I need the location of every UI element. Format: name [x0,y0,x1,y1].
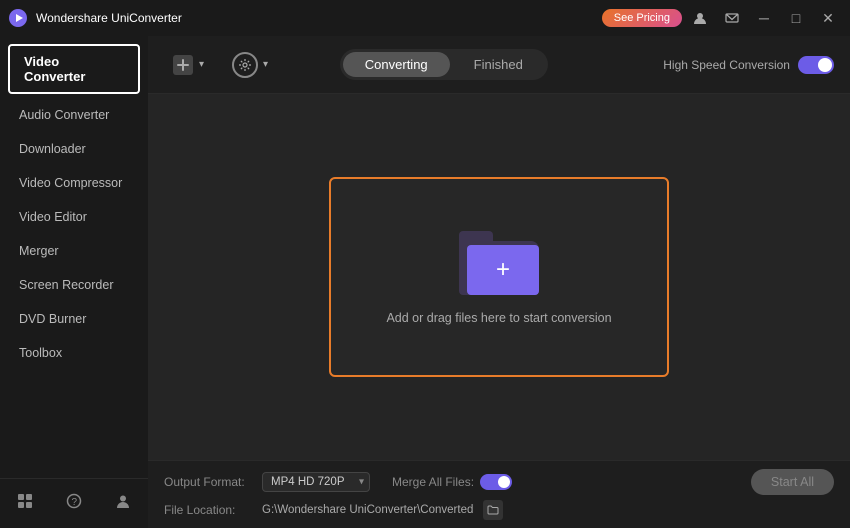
sidebar-item-downloader[interactable]: Downloader [0,132,148,166]
add-files-button[interactable]: ▾ [164,50,212,80]
titlebar-right: See Pricing ─ □ ✕ [602,7,842,29]
folder-front: + [467,245,539,295]
settings-button[interactable]: ▾ [224,48,276,82]
person-icon[interactable] [111,489,135,518]
browse-folder-button[interactable] [483,500,503,520]
app-title: Wondershare UniConverter [36,11,182,25]
high-speed-toggle[interactable] [798,56,834,74]
titlebar-left: Wondershare UniConverter [8,8,182,28]
svg-text:?: ? [71,497,77,508]
sidebar-item-merger[interactable]: Merger [0,234,148,268]
sidebar-item-toolbox[interactable]: Toolbox [0,336,148,370]
bottom-bar: Output Format: MP4 HD 720P Merge All Fil… [148,460,850,528]
content-area: ▾ ▾ Converting Finished High Speed Conve… [148,36,850,528]
folder-icon: + [459,230,539,295]
output-format-label: Output Format: [164,475,252,489]
add-files-icon [172,54,194,76]
app-logo [8,8,28,28]
folder-plus-icon: + [496,258,510,282]
sidebar-item-audio-converter[interactable]: Audio Converter [0,98,148,132]
sidebar-item-screen-recorder[interactable]: Screen Recorder [0,268,148,302]
tab-area: Converting Finished [340,49,548,80]
settings-icon [232,52,258,78]
see-pricing-button[interactable]: See Pricing [602,9,682,27]
close-icon[interactable]: ✕ [814,7,842,29]
sidebar-item-dvd-burner[interactable]: DVD Burner [0,302,148,336]
drop-zone-container: + Add or drag files here to start conver… [148,94,850,460]
browse-folder-icon [487,504,499,516]
output-format-select[interactable]: MP4 HD 720P [262,472,370,492]
merge-area: Merge All Files: [392,474,512,490]
sidebar: Video Converter Audio Converter Download… [0,36,148,528]
merge-toggle-knob [498,476,510,488]
mail-icon[interactable] [718,7,746,29]
help-icon[interactable]: ? [62,489,86,518]
location-row: File Location: G:\Wondershare UniConvert… [164,500,834,520]
user-icon[interactable] [686,7,714,29]
sidebar-item-video-editor[interactable]: Video Editor [0,200,148,234]
start-all-button[interactable]: Start All [751,469,834,495]
drop-zone-text: Add or drag files here to start conversi… [386,311,611,325]
add-files-chevron: ▾ [199,59,204,70]
file-location-label: File Location: [164,503,252,517]
sidebar-item-video-compressor[interactable]: Video Compressor [0,166,148,200]
minimize-icon[interactable]: ─ [750,7,778,29]
merge-label: Merge All Files: [392,475,474,489]
output-format-select-wrap: MP4 HD 720P [262,472,370,492]
tab-converting[interactable]: Converting [343,52,450,77]
titlebar: Wondershare UniConverter See Pricing ─ □… [0,0,850,36]
merge-toggle[interactable] [480,474,512,490]
layout-icon[interactable] [13,489,37,518]
main-layout: Video Converter Audio Converter Download… [0,36,850,528]
high-speed-area: High Speed Conversion [663,56,834,74]
maximize-icon[interactable]: □ [782,7,810,29]
sidebar-bottom: ? [0,478,148,528]
toolbar: ▾ ▾ Converting Finished High Speed Conve… [148,36,850,94]
format-row: Output Format: MP4 HD 720P Merge All Fil… [164,469,834,495]
sidebar-item-video-converter[interactable]: Video Converter [8,44,140,94]
settings-chevron: ▾ [263,59,268,70]
toggle-knob [818,58,832,72]
file-path-text: G:\Wondershare UniConverter\Converted [262,504,473,516]
high-speed-label: High Speed Conversion [663,58,790,72]
tab-finished[interactable]: Finished [452,52,545,77]
drop-zone[interactable]: + Add or drag files here to start conver… [329,177,669,377]
